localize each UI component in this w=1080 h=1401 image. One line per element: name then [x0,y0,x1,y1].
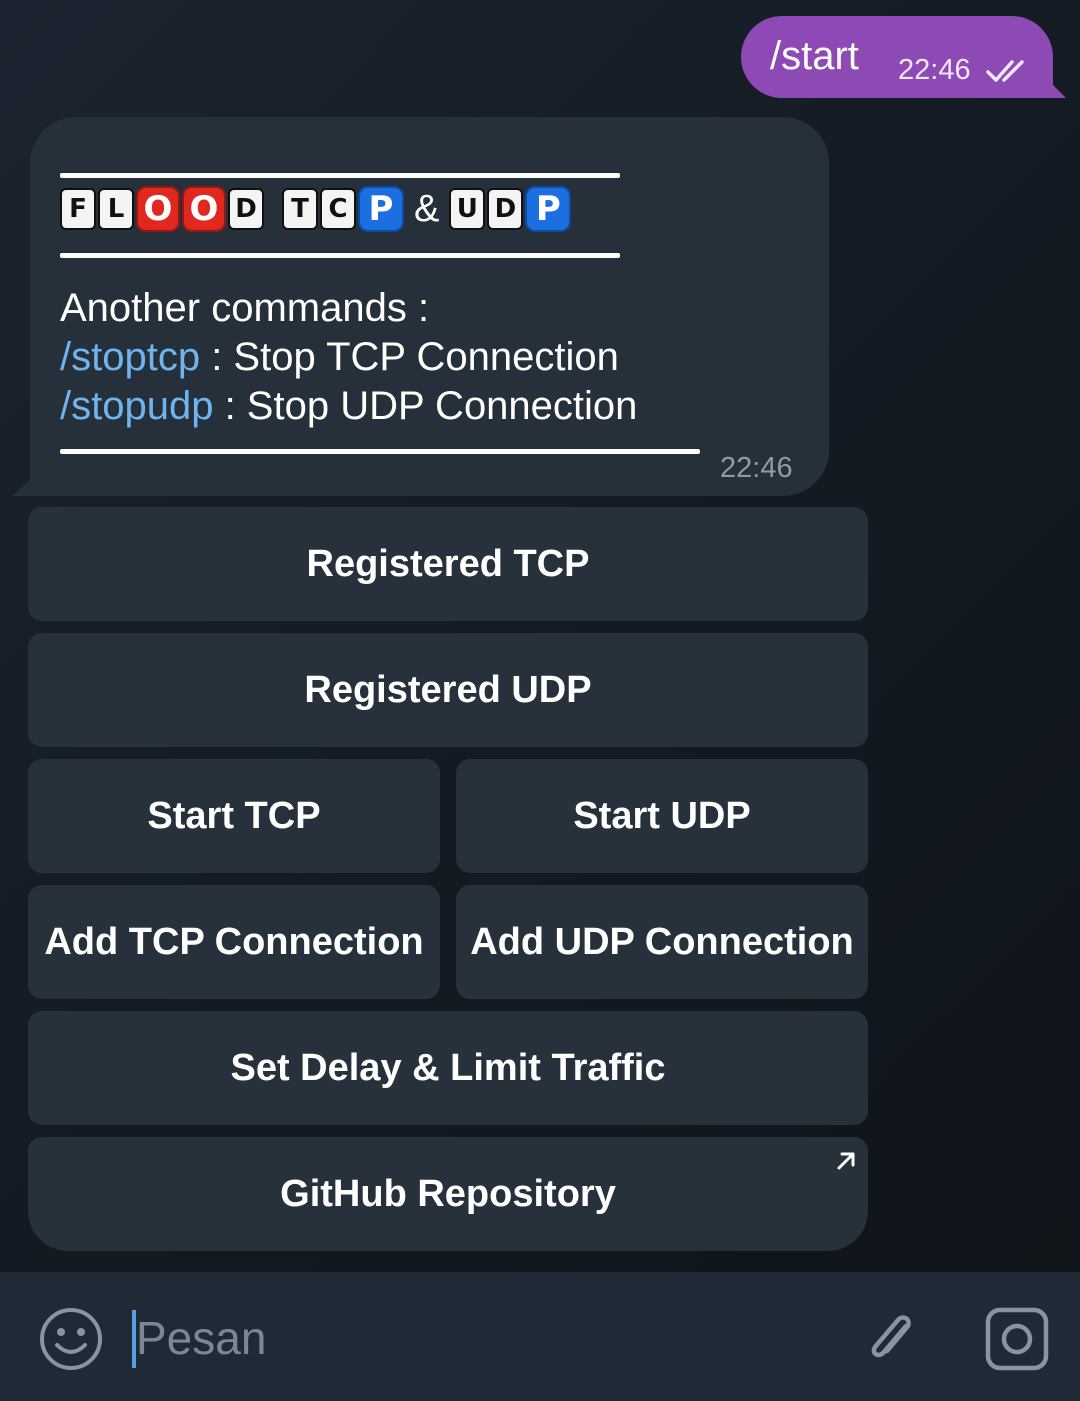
button-label: Start UDP [573,794,751,837]
message-input[interactable] [136,1307,736,1369]
command-line: /stopudp : Stop UDP Connection [60,382,800,431]
letter-tile: P [525,186,572,232]
letter-tile: C [320,188,356,230]
registered-udp-button[interactable]: Registered UDP [28,633,868,747]
external-link-icon [837,1152,855,1170]
letter-tile: D [487,188,524,230]
ampersand: & [414,187,440,230]
add-tcp-connection-button[interactable]: Add TCP Connection [28,885,440,999]
camera-icon[interactable] [984,1306,1050,1372]
button-label: Add TCP Connection [44,920,424,963]
github-repository-button[interactable]: GitHub Repository [28,1137,868,1251]
registered-tcp-button[interactable]: Registered TCP [28,507,868,621]
letter-tile: U [449,188,486,230]
letter-tile: O [182,186,226,232]
letter-tile: T [282,188,318,230]
start-tcp-button[interactable]: Start TCP [28,759,440,873]
command-line: /stoptcp : Stop TCP Connection [60,333,800,382]
letter-tile: L [98,188,134,230]
outgoing-message-text: /start [770,34,859,78]
set-delay-limit-traffic-button[interactable]: Set Delay & Limit Traffic [28,1011,868,1125]
letter-tile: D [228,188,264,230]
divider-bottom [60,449,700,454]
outgoing-message-time: 22:46 [898,54,971,86]
message-body: Another commands : /stoptcp : Stop TCP C… [60,284,800,431]
double-check-icon [986,60,1024,82]
divider-top [60,173,620,178]
paperclip-icon[interactable] [862,1306,922,1372]
button-label: Add UDP Connection [470,920,854,963]
button-label: Start TCP [147,794,321,837]
command-link-stopudp[interactable]: /stopudp [60,384,213,428]
button-label: Registered UDP [304,668,592,711]
incoming-message-time: 22:46 [720,452,793,484]
start-udp-button[interactable]: Start UDP [456,759,868,873]
divider-middle [60,253,620,258]
letter-tile: F [60,188,96,230]
command-link-stoptcp[interactable]: /stoptcp [60,335,200,379]
button-label: Registered TCP [306,542,590,585]
button-label: Set Delay & Limit Traffic [230,1046,666,1089]
command-description: : Stop UDP Connection [213,384,638,428]
button-label: GitHub Repository [280,1172,616,1215]
flood-title-emoji: F L O O D T C P & U D P [60,186,573,232]
commands-heading: Another commands : [60,286,430,330]
command-description: : Stop TCP Connection [200,335,619,379]
add-udp-connection-button[interactable]: Add UDP Connection [456,885,868,999]
letter-tile: P [358,186,404,232]
letter-tile: O [136,186,180,232]
emoji-icon[interactable] [38,1306,104,1372]
